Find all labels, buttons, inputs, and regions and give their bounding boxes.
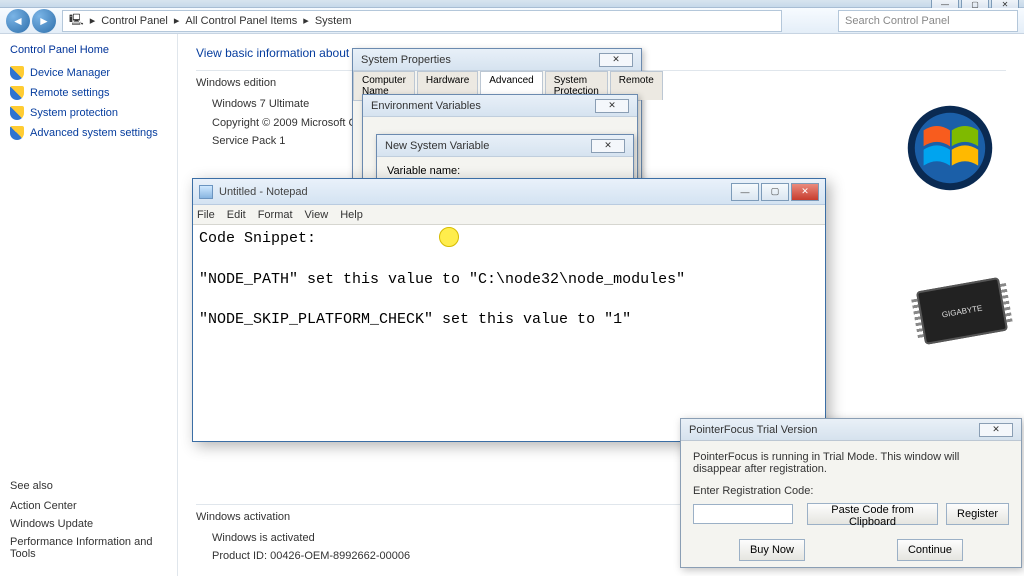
dialog-title: New System Variable [385, 140, 489, 152]
maximize-button[interactable]: ▢ [761, 183, 789, 201]
see-also-heading: See also [10, 480, 167, 492]
close-icon[interactable]: ✕ [599, 53, 633, 67]
menu-edit[interactable]: Edit [227, 209, 246, 221]
notepad-icon [199, 185, 213, 199]
close-button[interactable]: ✕ [791, 183, 819, 201]
enter-code-label: Enter Registration Code: [693, 485, 1009, 497]
menu-file[interactable]: File [197, 209, 215, 221]
buy-now-button[interactable]: Buy Now [739, 539, 805, 561]
breadcrumb-item[interactable]: Control Panel [101, 15, 168, 27]
control-panel-home-link[interactable]: Control Panel Home [10, 44, 167, 56]
breadcrumb-root-icon: 🖳 [69, 11, 84, 30]
dialog-title: PointerFocus Trial Version [689, 424, 817, 436]
pointerfocus-dialog[interactable]: PointerFocus Trial Version ✕ PointerFocus… [680, 418, 1022, 568]
shield-icon [10, 66, 24, 80]
menu-help[interactable]: Help [340, 209, 363, 221]
advanced-system-settings-link[interactable]: Advanced system settings [10, 126, 167, 140]
windows-update-link[interactable]: Windows Update [10, 518, 167, 530]
close-icon[interactable]: ✕ [595, 99, 629, 113]
minimize-button[interactable]: — [731, 183, 759, 201]
nav-back-button[interactable]: ◄ [6, 9, 30, 33]
paste-code-button[interactable]: Paste Code from Clipboard [807, 503, 938, 525]
left-pane: Control Panel Home Device Manager Remote… [0, 34, 178, 576]
notepad-textarea[interactable]: Code Snippet: "NODE_PATH" set this value… [193, 225, 825, 441]
menu-bar: File Edit Format View Help [193, 205, 825, 225]
windows-logo-icon [906, 104, 994, 192]
shield-icon [10, 86, 24, 100]
menu-view[interactable]: View [305, 209, 329, 221]
cursor-highlight-icon [439, 227, 459, 247]
performance-info-link[interactable]: Performance Information and Tools [10, 536, 167, 560]
notepad-titlebar[interactable]: Untitled - Notepad — ▢ ✕ [193, 179, 825, 205]
trial-message: PointerFocus is running in Trial Mode. T… [693, 451, 1009, 475]
breadcrumb-item[interactable]: All Control Panel Items [185, 15, 297, 27]
oem-chip-icon: GIGABYTE [916, 277, 1008, 345]
breadcrumb-item[interactable]: System [315, 15, 352, 27]
dialog-title: Environment Variables [371, 100, 481, 112]
shield-icon [10, 106, 24, 120]
nav-forward-button[interactable]: ► [32, 9, 56, 33]
notepad-window[interactable]: Untitled - Notepad — ▢ ✕ File Edit Forma… [192, 178, 826, 442]
breadcrumb[interactable]: 🖳 ▸ Control Panel ▸ All Control Panel It… [62, 10, 782, 32]
close-icon[interactable]: ✕ [591, 139, 625, 153]
device-manager-link[interactable]: Device Manager [10, 66, 167, 80]
menu-format[interactable]: Format [258, 209, 293, 221]
search-input[interactable]: Search Control Panel [838, 10, 1018, 32]
action-center-link[interactable]: Action Center [10, 500, 167, 512]
register-button[interactable]: Register [946, 503, 1009, 525]
remote-settings-link[interactable]: Remote settings [10, 86, 167, 100]
shield-icon [10, 126, 24, 140]
system-protection-link[interactable]: System protection [10, 106, 167, 120]
continue-button[interactable]: Continue [897, 539, 963, 561]
os-titlebar: — ▢ ✕ [0, 0, 1024, 8]
window-title: Untitled - Notepad [219, 186, 308, 198]
close-icon[interactable]: ✕ [979, 423, 1013, 437]
registration-code-input[interactable] [693, 504, 793, 524]
dialog-title: System Properties [361, 54, 451, 66]
variable-name-label: Variable name: [387, 165, 460, 177]
navbar: ◄ ► 🖳 ▸ Control Panel ▸ All Control Pane… [0, 8, 1024, 34]
